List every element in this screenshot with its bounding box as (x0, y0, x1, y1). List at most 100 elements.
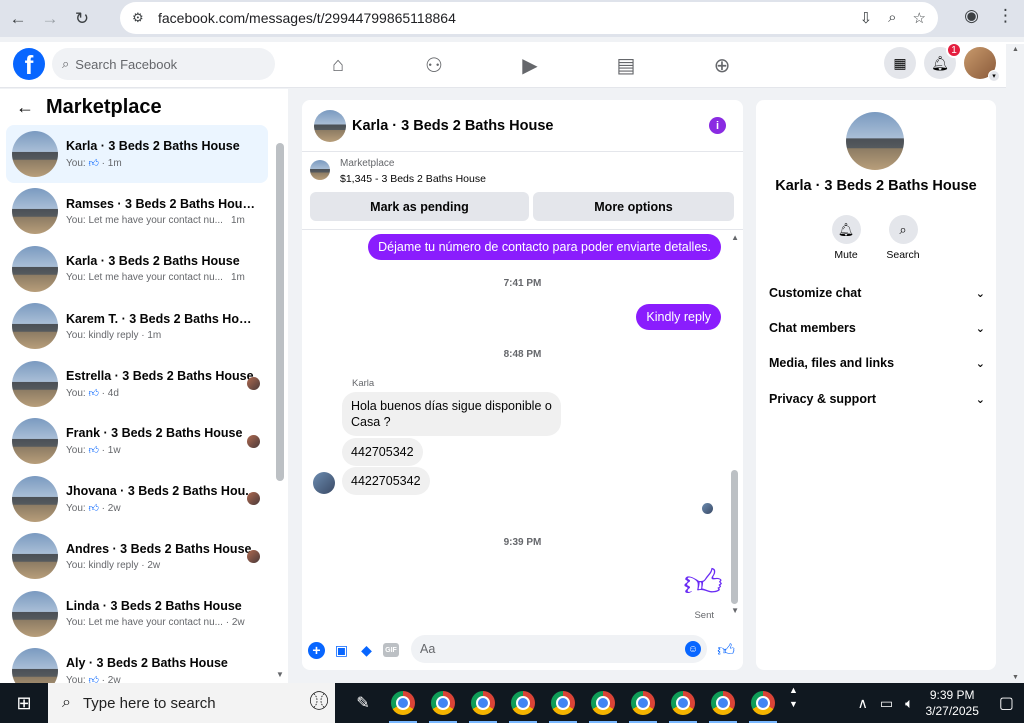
system-tray: ∧ ▭ 🔈︎ 9:39 PM 3/27/2025 ▢ (852, 683, 1024, 723)
search-in-chat-button[interactable]: ⌕ Search (873, 215, 933, 261)
incoming-message[interactable]: 4422705342 (342, 467, 430, 495)
conversation-name: Andres · 3 Beds 2 Baths House (66, 541, 252, 556)
conversation-item[interactable]: Karla · 3 Beds 2 Baths House You: Let me … (6, 240, 268, 298)
customize-chat-section[interactable]: Customize chat ⌄ (769, 278, 985, 308)
network-icon[interactable]: ▭ (880, 695, 893, 712)
bell-icon: 🔔︎ (831, 215, 861, 244)
url-text[interactable]: facebook.com/messages/t/2994479986511886… (158, 10, 456, 26)
back-arrow-icon[interactable]: ← (16, 97, 34, 118)
back-icon[interactable]: ← (4, 5, 32, 33)
reload-icon[interactable]: ↻ (68, 5, 96, 33)
taskbar-overflow-arrows[interactable]: ▲ ▼ (789, 683, 798, 723)
chat-title[interactable]: Karla · 3 Beds 2 Baths House (352, 118, 553, 134)
more-options-button[interactable]: More options (533, 192, 734, 221)
home-icon[interactable]: ⌂ (290, 42, 386, 88)
conversation-item[interactable]: Andres · 3 Beds 2 Baths House You: kindly… (6, 528, 268, 586)
sidebar-scrollbar[interactable] (276, 143, 284, 481)
scroll-down-icon[interactable]: ▼ (276, 670, 284, 679)
action-center-icon[interactable]: ▢ (999, 693, 1014, 713)
message-input-box[interactable]: ☺ (411, 635, 707, 663)
gaming-icon[interactable]: ⊕ (674, 42, 770, 88)
chrome-icon[interactable] (463, 683, 503, 723)
conversation-item[interactable]: Estrella · 3 Beds 2 Baths House You: 👍︎ ·… (6, 355, 268, 413)
sticker-icon[interactable]: ◆ (358, 642, 375, 659)
thumbs-up-icon[interactable]: 👍︎ (683, 562, 723, 607)
photo-icon[interactable]: ▣ (333, 642, 350, 659)
install-app-icon[interactable]: ⇩ (860, 9, 873, 27)
taskbar-search[interactable]: ⌕ Type here to search ⚾︎ (48, 683, 335, 723)
incoming-message[interactable]: 442705342 (342, 438, 423, 466)
listing-thumbnail[interactable] (310, 160, 330, 180)
sender-avatar[interactable] (313, 472, 335, 494)
mute-button[interactable]: 🔔︎ Mute (816, 215, 876, 261)
conversation-item[interactable]: Aly · 3 Beds 2 Baths House You: 👍︎ · 2w (6, 643, 268, 683)
volume-icon[interactable]: 🔈︎ (905, 695, 913, 712)
menu-dots-icon[interactable]: ⋮ (997, 6, 1014, 26)
address-bar[interactable]: ⚙ facebook.com/messages/t/29944799865118… (120, 2, 938, 34)
notifications-bell-icon[interactable]: 🔔︎ 1 (924, 42, 962, 79)
chevron-up-icon[interactable]: ∧ (858, 695, 868, 712)
conversation-item[interactable]: Karla · 3 Beds 2 Baths House You: 👍︎ · 1m (6, 125, 268, 183)
friends-icon[interactable]: ⚇ (386, 42, 482, 88)
facebook-logo[interactable]: f (13, 48, 45, 80)
conversation-item[interactable]: Ramses · 3 Beds 2 Baths House You: Let me… (6, 183, 268, 241)
video-icon[interactable]: ▶ (482, 42, 578, 88)
windows-start-icon[interactable]: ⊞ (0, 683, 48, 723)
chrome-icon[interactable] (543, 683, 583, 723)
privacy-support-section[interactable]: Privacy & support ⌄ (769, 384, 985, 414)
chrome-icon[interactable] (623, 683, 663, 723)
chat-scrollbar[interactable] (731, 470, 738, 604)
message-input[interactable] (420, 642, 670, 656)
scroll-down-icon[interactable]: ▼ (731, 606, 739, 615)
scroll-down-icon[interactable]: ▼ (1012, 674, 1019, 681)
account-avatar[interactable]: ▾ (964, 47, 1000, 82)
chat-avatar[interactable] (314, 109, 346, 142)
conversation-item[interactable]: Frank · 3 Beds 2 Baths House You: 👍︎ · 1w (6, 413, 268, 471)
search-input[interactable] (75, 56, 246, 72)
info-icon[interactable]: i (709, 117, 726, 134)
message-thread: Déjame tu número de contacto para poder … (302, 230, 743, 626)
details-avatar[interactable] (846, 112, 904, 170)
forward-icon[interactable]: → (36, 5, 64, 33)
chrome-icon[interactable] (743, 683, 783, 723)
conversation-name: Ramses · 3 Beds 2 Baths House (66, 196, 256, 211)
gif-icon[interactable]: GIF (383, 643, 399, 657)
chrome-icon[interactable] (383, 683, 423, 723)
system-clock[interactable]: 9:39 PM 3/27/2025 (925, 687, 978, 719)
zoom-icon[interactable]: ⌕ (888, 9, 896, 27)
conversation-avatar (12, 590, 58, 637)
page-scrollbar[interactable]: ▲ ▼ (1006, 44, 1024, 684)
menu-grid-icon[interactable]: ▦ (884, 47, 916, 79)
chrome-icon[interactable] (503, 683, 543, 723)
facebook-search[interactable]: ⌕ (52, 48, 275, 80)
site-settings-icon[interactable]: ⚙ (132, 10, 152, 26)
incoming-message[interactable]: Hola buenos días sigue disponible o Casa… (342, 392, 561, 436)
outgoing-message[interactable]: Kindly reply (636, 304, 721, 330)
pinned-app-icon[interactable]: ✎ (343, 683, 383, 723)
bookmark-star-icon[interactable]: ☆ (913, 9, 926, 27)
chrome-icon[interactable] (663, 683, 703, 723)
chevron-down-icon[interactable]: ▾ (988, 70, 1000, 82)
mark-as-pending-button[interactable]: Mark as pending (310, 192, 529, 221)
scroll-up-icon[interactable]: ▲ (1012, 46, 1019, 53)
emoji-icon[interactable]: ☺ (685, 641, 701, 657)
read-receipt-avatar (247, 377, 260, 390)
chrome-icon[interactable] (703, 683, 743, 723)
listing-title[interactable]: $1,345 - 3 Beds 2 Baths House (340, 173, 486, 185)
listing-source: Marketplace (340, 158, 395, 169)
chat-members-section[interactable]: Chat members ⌄ (769, 313, 985, 343)
chrome-icon[interactable] (583, 683, 623, 723)
media-files-links-section[interactable]: Media, files and links ⌄ (769, 348, 985, 378)
marketplace-icon[interactable]: ▤ (578, 42, 674, 88)
conversation-preview: You: 👍︎ · 4d (66, 387, 119, 399)
outgoing-message[interactable]: Déjame tu número de contacto para poder … (368, 234, 721, 260)
conversation-item[interactable]: Linda · 3 Beds 2 Baths House You: Let me … (6, 585, 268, 643)
conversation-item[interactable]: Karem T. · 3 Beds 2 Baths House You: kind… (6, 298, 268, 356)
profile-icon[interactable]: ◉ (964, 6, 979, 26)
scroll-up-icon[interactable]: ▲ (731, 233, 739, 242)
like-icon[interactable]: 👍︎ (717, 640, 735, 661)
plus-icon[interactable]: + (308, 641, 325, 659)
conversation-name: Aly · 3 Beds 2 Baths House (66, 656, 228, 671)
conversation-item[interactable]: Jhovana · 3 Beds 2 Baths Hou... You: 👍︎ ·… (6, 470, 268, 528)
chrome-icon[interactable] (423, 683, 463, 723)
